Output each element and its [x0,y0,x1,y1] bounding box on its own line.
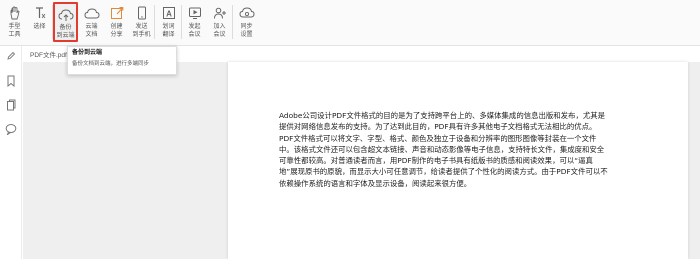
document-body-text: Adobe公司设计PDF文件格式的目的是为了支持跨平台上的、多媒体集成的信息出版… [279,111,608,188]
phone-icon [133,4,151,22]
select-tool-label: 选择 [33,24,46,30]
text-select-icon [31,4,49,22]
hand-icon [6,4,24,22]
svg-text:A: A [166,10,172,19]
translate-icon: A [160,4,178,22]
document-canvas[interactable]: Adobe公司设计PDF文件格式的目的是为了支持跨平台上的、多媒体集成的信息出版… [23,62,700,259]
join-meeting-button[interactable]: 加入 会议 [207,2,232,42]
tooltip-description: 备份文档到云端，进行多端同步 [72,61,150,67]
toolbar: 手型 工具 选择 备份 到云端 云端 文档 创建 分享 发送 到手机 A 划词 … [0,0,700,46]
hand-tool-button[interactable]: 手型 工具 [2,2,27,42]
backup-to-cloud-button[interactable]: 备份 到云端 [53,2,78,42]
word-translate-button[interactable]: A 划词 翻译 [156,2,181,42]
join-meeting-label: 加入 会议 [213,24,226,38]
join-meeting-icon [211,4,229,22]
document-tab-label: PDF文件.pdf [30,52,67,59]
sync-settings-icon [238,4,256,22]
left-sidebar [0,46,22,259]
toolbar-divider [232,5,233,39]
toolbar-divider [154,5,155,39]
sync-settings-button[interactable]: 同步 设置 [234,2,259,42]
bookmark-icon[interactable] [4,74,18,88]
cloud-docs-button[interactable]: 云端 文档 [79,2,104,42]
hand-tool-label: 手型 工具 [8,24,21,38]
comment-icon[interactable] [4,122,18,136]
create-share-label: 创建 分享 [110,24,123,38]
word-translate-label: 划词 翻译 [162,24,175,38]
thumbnail-icon[interactable] [4,98,18,112]
send-to-phone-label: 发送 到手机 [132,24,151,38]
cloud-doc-icon [83,4,101,22]
select-tool-button[interactable]: 选择 [27,2,52,42]
share-icon [108,4,126,22]
backup-to-cloud-label: 备份 到云端 [56,25,75,39]
create-share-button[interactable]: 创建 分享 [104,2,129,42]
cloud-docs-label: 云端 文档 [85,24,98,38]
tooltip: 备份到云端 备份文档到云端，进行多端同步 [67,46,177,75]
start-meeting-label: 发起 会议 [188,24,201,38]
sync-settings-label: 同步 设置 [240,24,253,38]
meeting-icon [186,4,204,22]
pen-icon[interactable] [4,49,18,63]
start-meeting-button[interactable]: 发起 会议 [182,2,207,42]
cloud-upload-icon [57,6,75,23]
send-to-phone-button[interactable]: 发送 到手机 [129,2,154,42]
tooltip-title: 备份到云端 [72,50,103,56]
pdf-page: Adobe公司设计PDF文件格式的目的是为了支持跨平台上的、多媒体集成的信息出版… [228,62,688,259]
